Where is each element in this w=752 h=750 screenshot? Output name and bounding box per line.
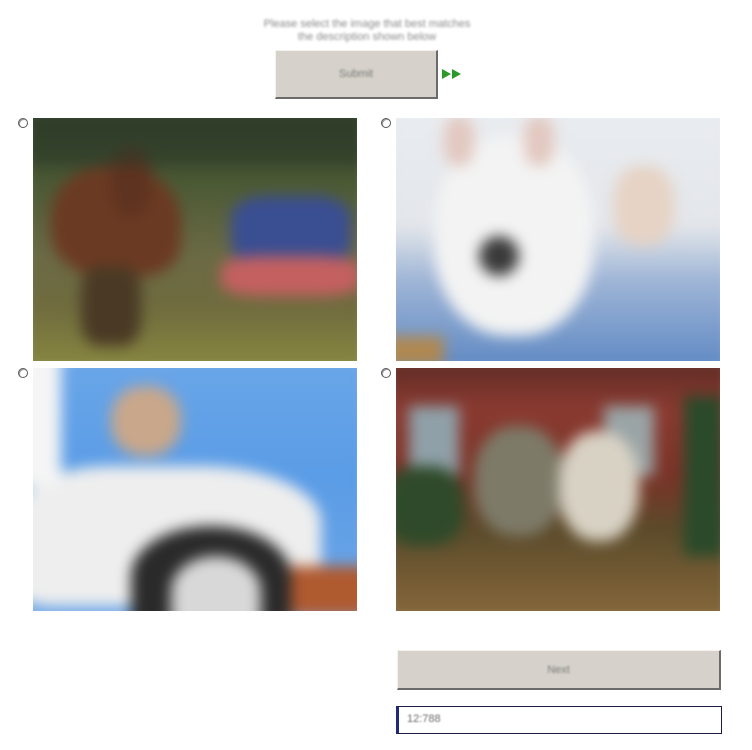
instruction-text: Please select the image that best matche… — [220, 18, 514, 44]
image-truck — [33, 368, 357, 611]
radio-option-3[interactable] — [18, 368, 28, 378]
next-button-label: Next — [547, 663, 570, 676]
fast-forward-arrow-1 — [442, 69, 451, 79]
radio-option-2[interactable] — [381, 118, 391, 128]
image-option-1[interactable] — [33, 118, 357, 361]
image-horse — [33, 118, 357, 361]
submit-button[interactable]: Submit — [275, 50, 438, 99]
text-field[interactable]: 12:788 — [396, 706, 722, 734]
image-option-3[interactable] — [33, 368, 357, 611]
image-dog — [396, 118, 720, 361]
next-button[interactable]: Next — [397, 650, 721, 690]
image-option-4[interactable] — [396, 368, 720, 611]
radio-option-4[interactable] — [381, 368, 391, 378]
radio-option-1[interactable] — [18, 118, 28, 128]
instruction-line-2: the description shown below — [297, 31, 437, 43]
text-field-value: 12:788 — [407, 713, 441, 725]
image-option-2[interactable] — [396, 118, 720, 361]
image-chickens — [396, 368, 720, 611]
submit-button-label: Submit — [338, 68, 374, 80]
instruction-line-1: Please select the image that best matche… — [263, 18, 471, 30]
fast-forward-arrow-2 — [452, 69, 461, 79]
fast-forward-icon[interactable] — [442, 69, 466, 81]
